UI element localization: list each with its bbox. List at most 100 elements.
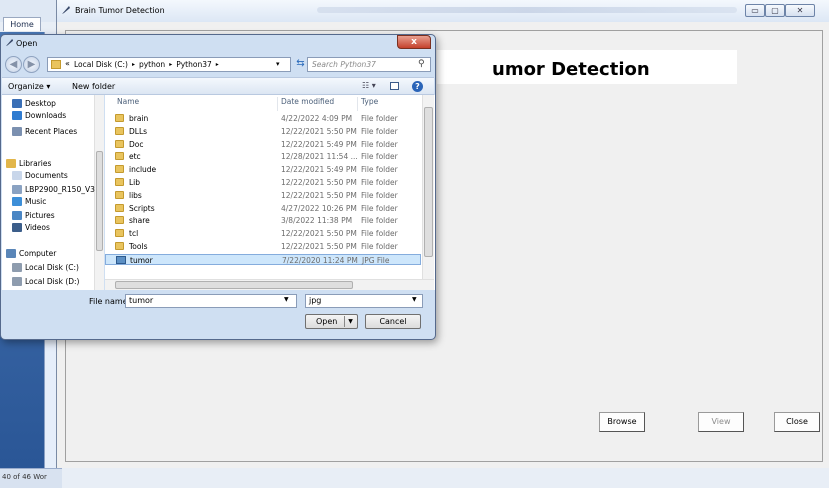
file-row[interactable]: Lib 12/22/2021 5:50 PM File folder (105, 177, 421, 188)
nav-item-label: Desktop (25, 98, 56, 108)
file-name: Doc (129, 139, 144, 149)
file-type: File folder (361, 178, 398, 187)
nav-item[interactable]: Computer (6, 247, 56, 259)
nav-item[interactable]: Libraries (6, 157, 51, 169)
folder-icon (115, 190, 124, 199)
breadcrumb-python[interactable]: python (139, 60, 165, 70)
close-button[interactable]: Close (774, 412, 820, 432)
file-row[interactable]: share 3/8/2022 11:38 PM File folder (105, 215, 421, 226)
breadcrumb-python37[interactable]: Python37 (176, 60, 212, 70)
file-date-modified: 12/22/2021 5:49 PM (281, 165, 357, 175)
folder-icon (115, 152, 124, 161)
file-type: File folder (361, 126, 398, 136)
nav-item[interactable]: Recent Places (12, 125, 77, 137)
dialog-title: Open (16, 39, 38, 48)
nav-item[interactable]: LBP2900_R150_V3 (12, 183, 95, 195)
nav-item[interactable]: Documents (12, 169, 68, 181)
file-row[interactable]: brain 4/22/2022 4:09 PM File folder (105, 113, 421, 124)
file-type: File folder (361, 190, 398, 200)
feather-icon (62, 6, 70, 14)
file-row[interactable]: etc 12/28/2021 11:54 ... File folder (105, 151, 421, 162)
column-divider[interactable] (277, 97, 278, 111)
minimize-button[interactable]: ▭ (745, 4, 765, 17)
file-list-horizontal-scrollbar[interactable] (105, 279, 434, 290)
breadcrumb-separator-icon[interactable]: ▸ (132, 60, 135, 70)
close-icon: ✕ (796, 6, 804, 15)
file-name: tumor (130, 255, 153, 265)
breadcrumb-separator-icon[interactable]: ▸ (216, 60, 219, 70)
folder-icon (115, 242, 124, 250)
forward-button[interactable]: ▶ (23, 56, 40, 73)
file-list-vertical-scrollbar[interactable] (422, 95, 434, 279)
column-header-type[interactable]: Type (361, 97, 378, 111)
column-header-date[interactable]: Date modified (281, 97, 334, 111)
file-row[interactable]: Scripts 4/27/2022 10:26 PM File folder (105, 203, 421, 214)
chevron-down-icon[interactable]: ▾ (276, 60, 280, 68)
file-date-modified: 12/22/2021 5:50 PM (281, 190, 357, 200)
dialog-toolbar: Organize ▾ New folder ☷ ▾ ? (2, 77, 434, 95)
nav-item[interactable]: Local Disk (D:) (12, 275, 79, 287)
nav-item[interactable]: Pictures (12, 209, 55, 221)
nav-item-label: Libraries (19, 158, 52, 168)
file-type: File folder (361, 242, 398, 251)
file-row[interactable]: include 12/22/2021 5:49 PM File folder (105, 164, 421, 175)
nav-item-label: Local Disk (C:) (25, 262, 79, 272)
view-button[interactable]: View (698, 412, 744, 432)
preview-pane-icon[interactable] (390, 82, 399, 90)
file-row[interactable]: Doc 12/22/2021 5:49 PM File folder (105, 139, 421, 150)
organize-menu[interactable]: Organize ▾ (8, 82, 50, 91)
nav-item[interactable]: Downloads (12, 109, 66, 121)
column-divider[interactable] (357, 97, 358, 111)
address-bar[interactable]: « Local Disk (C:) ▸ python ▸ Python37 ▸ … (47, 57, 291, 72)
folder-icon (51, 60, 61, 69)
file-row[interactable]: tcl 12/22/2021 5:50 PM File folder (105, 228, 421, 239)
nav-item[interactable]: Desktop (12, 97, 56, 109)
refresh-button[interactable]: ⇆ (293, 57, 308, 72)
nav-item[interactable]: Local Disk (C:) (12, 261, 79, 273)
chevron-down-icon[interactable]: ▼ (412, 296, 417, 303)
scrollbar-thumb[interactable] (115, 281, 353, 289)
nav-item-label: Documents (25, 170, 68, 180)
file-row[interactable]: DLLs 12/22/2021 5:50 PM File folder (105, 126, 421, 137)
folder-icon (115, 216, 124, 225)
chevron-down-icon[interactable]: ▼ (344, 316, 356, 327)
views-icon[interactable]: ☷ ▾ (362, 81, 376, 90)
file-date-modified: 12/22/2021 5:50 PM (281, 126, 357, 136)
search-input[interactable]: Search Python37 ⚲ (307, 57, 431, 72)
navigation-scrollbar[interactable] (94, 95, 104, 290)
folder-icon (115, 203, 124, 212)
breadcrumb-separator-icon[interactable]: ▸ (169, 60, 172, 70)
open-button[interactable]: Open ▼ (305, 314, 358, 329)
nav-item-label: Computer (19, 248, 57, 258)
folder-icon (115, 165, 124, 174)
help-icon[interactable]: ? (412, 81, 423, 92)
videos-icon (12, 222, 22, 232)
maximize-button[interactable]: ▢ (765, 4, 785, 17)
chevron-down-icon[interactable]: ▼ (284, 296, 289, 303)
scrollbar-thumb[interactable] (424, 107, 433, 257)
file-date-modified: 12/22/2021 5:50 PM (281, 178, 357, 187)
scrollbar-thumb[interactable] (96, 151, 103, 251)
column-header-name[interactable]: Name (117, 97, 139, 111)
address-overflow-chevron[interactable]: « (65, 59, 70, 68)
file-type-select[interactable]: jpg ▼ (305, 294, 423, 308)
file-row[interactable]: tumor 7/22/2020 11:24 PM JPG File (105, 253, 421, 265)
browse-button[interactable]: Browse (599, 412, 645, 432)
nav-item[interactable]: Videos (12, 221, 50, 233)
file-row[interactable]: libs 12/22/2021 5:50 PM File folder (105, 190, 421, 201)
tab-home[interactable]: Home (3, 17, 41, 31)
nav-item[interactable]: Music (12, 195, 46, 207)
back-button[interactable]: ◀ (5, 56, 22, 73)
file-date-modified: 12/22/2021 5:49 PM (281, 139, 357, 149)
breadcrumb-local-disk[interactable]: Local Disk (C:) (74, 60, 128, 70)
search-icon: ⚲ (418, 59, 425, 69)
app-title: Brain Tumor Detection (75, 6, 165, 15)
nav-item-label: Music (25, 196, 47, 206)
window-close-button[interactable]: ✕ (785, 4, 815, 17)
file-name-field[interactable]: tumor ▼ (125, 294, 297, 308)
file-row[interactable]: Tools 12/22/2021 5:50 PM File folder (105, 241, 421, 252)
cancel-button[interactable]: Cancel (365, 314, 421, 329)
libraries-icon (6, 158, 16, 168)
dialog-close-button[interactable]: x (397, 35, 431, 49)
new-folder-button[interactable]: New folder (72, 82, 115, 91)
